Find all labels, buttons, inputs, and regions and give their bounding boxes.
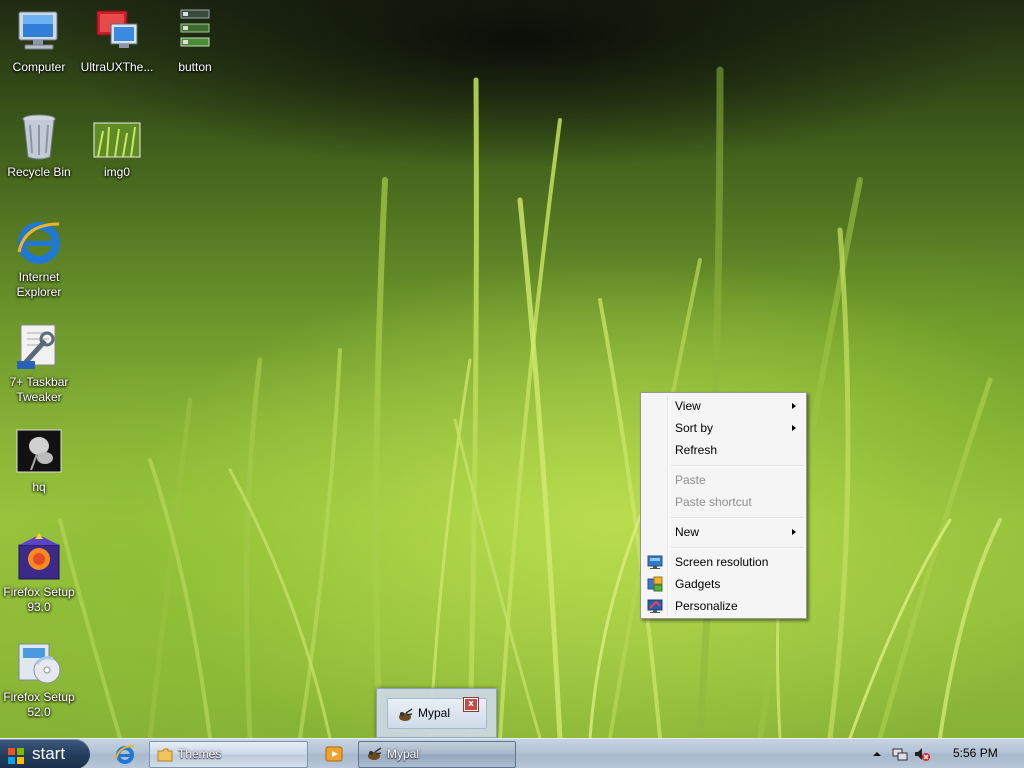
recycle-bin-icon	[15, 113, 63, 161]
desktop-icon-firefox-setup-93[interactable]: Firefox Setup 93.0	[1, 533, 77, 615]
start-label: start	[32, 744, 66, 763]
desktop-icon-label: Computer	[12, 60, 66, 74]
desktop-icon-label: Recycle Bin	[7, 165, 71, 179]
menu-item-personalize[interactable]: Personalize	[643, 595, 804, 617]
menu-item-label: Paste	[675, 473, 706, 487]
menu-item-sort-by[interactable]: Sort by	[643, 417, 804, 439]
desktop-icon-label: hq	[32, 480, 46, 494]
menu-item-label: Refresh	[675, 443, 718, 457]
menu-item-label: Paste shortcut	[675, 495, 752, 509]
menu-item-label: View	[675, 399, 701, 413]
menu-item-view[interactable]: View	[643, 395, 804, 417]
desktop-icon-label: img0	[103, 165, 130, 179]
menu-separator	[671, 517, 803, 519]
menu-item-label: Screen resolution	[675, 555, 769, 569]
taskbar-button-themes[interactable]: Themes	[149, 741, 308, 768]
desktop-icon-img0[interactable]: img0	[79, 113, 155, 180]
internet-explorer-quicklaunch-icon[interactable]	[114, 743, 136, 765]
volume-muted-icon[interactable]	[914, 746, 930, 762]
start-button[interactable]: start	[0, 739, 90, 768]
image-thumbnail-icon	[15, 428, 63, 476]
installer-icon	[15, 533, 63, 581]
submenu-arrow-icon	[792, 403, 796, 409]
clock[interactable]: 5:56 PM	[953, 739, 998, 768]
mypal-icon	[366, 747, 382, 763]
menu-item-label: Sort by	[675, 421, 714, 435]
gadgets-icon	[647, 576, 663, 592]
image-thumbnail-icon	[93, 113, 141, 161]
taskbar-button-label: Mypal	[387, 747, 420, 761]
menu-item-paste[interactable]: Paste	[643, 469, 804, 491]
desktop-icon-label: UltraUXThe...	[80, 60, 154, 74]
menu-separator	[671, 547, 803, 549]
taskbar-button-mypal[interactable]: Mypal	[358, 741, 516, 768]
personalize-icon	[647, 598, 663, 614]
mypal-icon	[397, 706, 413, 722]
desktop-icon-internet-explorer[interactable]: Internet Explorer	[1, 218, 77, 300]
desktop-icon-button[interactable]: button	[157, 8, 233, 75]
menu-item-new[interactable]: New	[643, 521, 804, 543]
menu-item-screen-resolution[interactable]: Screen resolution	[643, 551, 804, 573]
network-icon[interactable]	[892, 746, 908, 762]
taskbar-thumbnail-preview[interactable]: Mypal x	[376, 688, 497, 738]
desktop-icon-label: Firefox Setup 52.0	[3, 690, 75, 719]
menu-item-label: New	[675, 525, 700, 539]
thumbnail-close-button[interactable]: x	[463, 697, 479, 712]
desktop-icon-label: Internet Explorer	[16, 270, 62, 299]
screen-resolution-icon	[647, 554, 663, 570]
taskbar: start Themes Mypal 5:56 PM	[0, 738, 1024, 768]
internet-explorer-icon	[15, 218, 63, 266]
desktop-icon-label: Firefox Setup 93.0	[3, 585, 75, 614]
folder-icon	[157, 747, 173, 763]
ultrauxtheme-icon	[93, 8, 141, 56]
taskbar-tweaker-icon	[15, 323, 63, 371]
desktop-wallpaper[interactable]	[0, 0, 1024, 738]
desktop-icon-computer[interactable]: Computer	[1, 8, 77, 75]
computer-icon	[15, 8, 63, 56]
menu-item-label: Personalize	[675, 599, 738, 613]
desktop-icon-taskbar-tweaker[interactable]: 7+ Taskbar Tweaker	[1, 323, 77, 405]
desktop-icon-label: button	[178, 60, 212, 74]
submenu-arrow-icon	[792, 529, 796, 535]
taskbar-button-label: Themes	[178, 747, 222, 761]
desktop-icon-recycle-bin[interactable]: Recycle Bin	[1, 113, 77, 180]
desktop-icon-firefox-setup-52[interactable]: Firefox Setup 52.0	[1, 638, 77, 720]
menu-separator	[671, 465, 803, 467]
desktop-icon-hq[interactable]: hq	[1, 428, 77, 495]
menu-item-paste-shortcut[interactable]: Paste shortcut	[643, 491, 804, 513]
installer-disc-icon	[15, 638, 63, 686]
media-player-icon[interactable]	[323, 743, 345, 765]
close-icon: x	[468, 699, 474, 709]
show-hidden-icons-arrow-icon[interactable]	[869, 746, 885, 762]
submenu-arrow-icon	[792, 425, 796, 431]
menu-item-refresh[interactable]: Refresh	[643, 439, 804, 461]
desktop-context-menu: View Sort by Refresh Paste Paste shortcu…	[640, 392, 807, 619]
windows-logo-icon	[7, 745, 25, 764]
grass-blades	[58, 66, 1002, 738]
thumbnail-title: Mypal	[418, 706, 451, 720]
desktop-icon-label: 7+ Taskbar Tweaker	[9, 375, 69, 404]
desktop-icon-ultrauxtheme[interactable]: UltraUXThe...	[79, 8, 155, 75]
menu-item-gadgets[interactable]: Gadgets	[643, 573, 804, 595]
menu-item-label: Gadgets	[675, 577, 721, 591]
button-file-icon	[171, 8, 219, 56]
